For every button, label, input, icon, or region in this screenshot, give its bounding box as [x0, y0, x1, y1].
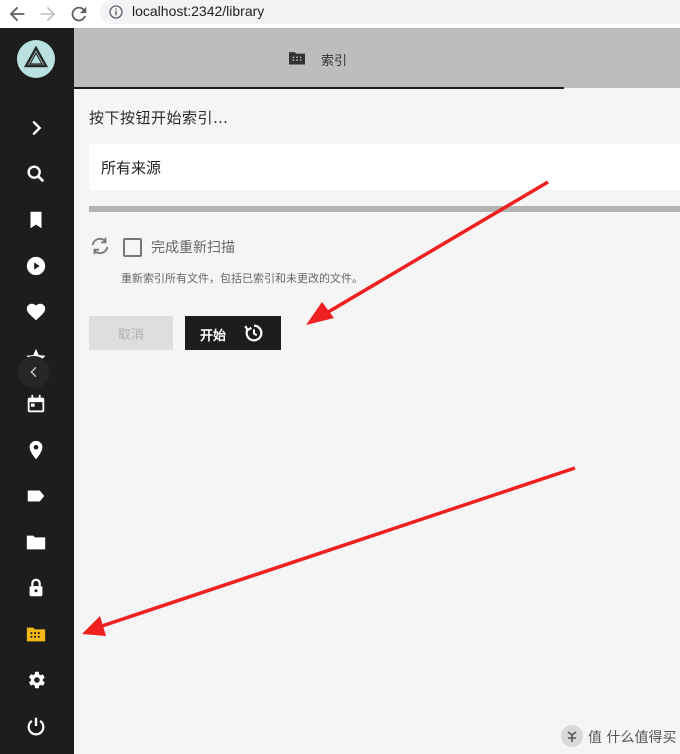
sidebar-item-library[interactable] — [25, 623, 47, 645]
sidebar-item-videos[interactable] — [25, 255, 47, 277]
browser-toolbar: localhost:2342/library — [0, 0, 680, 29]
sidebar-item-bookmarks[interactable] — [25, 209, 47, 231]
full-rescan-description: 重新索引所有文件，包括已索引和未更改的文件。 — [121, 272, 363, 285]
reload-icon — [71, 6, 87, 22]
triangle-logo-icon — [24, 46, 48, 68]
library-folder-icon — [26, 627, 46, 642]
url-text: localhost:2342/library — [132, 3, 265, 19]
power-icon — [27, 717, 45, 736]
back-button[interactable] — [6, 3, 28, 25]
full-rescan-label: 完成重新扫描 — [151, 240, 235, 256]
sidebar-item-search[interactable] — [25, 163, 47, 185]
play-circle-icon — [26, 256, 46, 276]
index-progress-bar — [89, 206, 680, 212]
sidebar-item-labels[interactable] — [25, 485, 47, 507]
sidebar-item-logout[interactable] — [25, 715, 47, 737]
watermark-text: 值 什么值得买 — [588, 730, 677, 746]
info-icon — [109, 5, 123, 19]
arrow-left-icon — [9, 6, 25, 22]
tab-index[interactable]: 索引 — [74, 28, 564, 89]
start-button-label: 开始 — [200, 329, 227, 344]
sidebar-item-places[interactable] — [25, 439, 47, 461]
settings-gear-icon — [29, 671, 45, 689]
watermark-logo-icon — [561, 725, 583, 747]
lock-icon — [29, 578, 43, 597]
reload-button[interactable] — [68, 3, 90, 25]
chevron-right-icon — [32, 120, 42, 136]
search-icon — [27, 165, 45, 183]
label-tag-icon — [27, 490, 45, 502]
sidebar-item-favorites[interactable] — [25, 301, 47, 323]
index-hint-text: 按下按钮开始索引… — [89, 109, 229, 127]
sidebar-item-private[interactable] — [25, 577, 47, 599]
tab-bar: 索引 — [74, 28, 680, 89]
sidebar — [0, 28, 74, 754]
restart-clock-icon — [244, 324, 263, 342]
bookmark-icon — [30, 211, 42, 229]
tab-index-label: 索引 — [321, 54, 348, 69]
start-index-button[interactable]: 开始 — [185, 316, 281, 350]
library-folder-icon — [289, 52, 305, 65]
heart-icon — [26, 303, 46, 321]
sidebar-item-expand[interactable] — [25, 117, 47, 139]
sidebar-collapse-handle[interactable] — [18, 356, 50, 388]
chevron-left-icon — [30, 366, 37, 378]
location-pin-icon — [29, 440, 43, 460]
app-logo[interactable] — [17, 40, 55, 78]
cancel-button[interactable]: 取消 — [89, 316, 173, 350]
full-rescan-checkbox[interactable] — [123, 238, 142, 257]
arrow-right-icon — [40, 6, 56, 22]
calendar-icon — [27, 394, 45, 413]
forward-button[interactable] — [37, 3, 59, 25]
folder-icon — [26, 535, 46, 550]
active-tab-indicator — [74, 87, 564, 89]
source-select-value: 所有来源 — [101, 159, 162, 177]
sidebar-item-folders[interactable] — [25, 531, 47, 553]
sidebar-item-settings[interactable] — [25, 669, 47, 691]
sync-icon — [91, 237, 109, 255]
sidebar-item-calendar[interactable] — [25, 393, 47, 415]
annotation-arrow-start — [306, 180, 549, 325]
annotation-arrow-library — [82, 466, 576, 636]
address-bar[interactable]: localhost:2342/library — [100, 0, 680, 24]
source-select[interactable]: 所有来源 — [89, 144, 680, 190]
